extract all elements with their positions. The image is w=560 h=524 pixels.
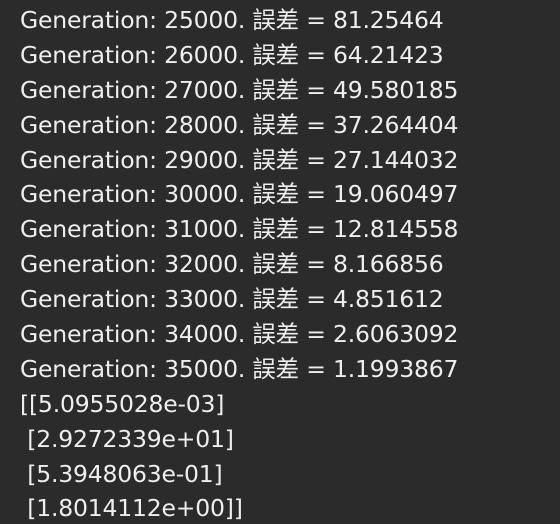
console-output: Generation: 25000. 誤差 = 81.25464 Generat…	[0, 0, 560, 524]
array-output-row-2: [2.9272339e+01]	[20, 424, 234, 453]
log-line-gen-34000: Generation: 34000. 誤差 = 2.6063092	[20, 320, 459, 349]
array-output-row-3: [5.3948063e-01]	[20, 459, 223, 488]
log-line-gen-35000: Generation: 35000. 誤差 = 1.1993867	[20, 354, 459, 383]
log-line-gen-26000: Generation: 26000. 誤差 = 64.21423	[20, 40, 444, 69]
log-line-gen-31000: Generation: 31000. 誤差 = 12.814558	[20, 215, 459, 244]
log-line-gen-30000: Generation: 30000. 誤差 = 19.060497	[20, 180, 459, 209]
log-line-gen-33000: Generation: 33000. 誤差 = 4.851612	[20, 285, 444, 314]
log-line-gen-32000: Generation: 32000. 誤差 = 8.166856	[20, 250, 444, 279]
array-output-row-1: [[5.0955028e-03]	[20, 389, 225, 418]
array-output-row-4: [1.8014112e+00]]	[20, 494, 243, 523]
log-line-gen-28000: Generation: 28000. 誤差 = 37.264404	[20, 110, 459, 139]
log-line-gen-29000: Generation: 29000. 誤差 = 27.144032	[20, 145, 459, 174]
log-line-gen-25000: Generation: 25000. 誤差 = 81.25464	[20, 6, 444, 34]
log-line-gen-27000: Generation: 27000. 誤差 = 49.580185	[20, 75, 459, 104]
